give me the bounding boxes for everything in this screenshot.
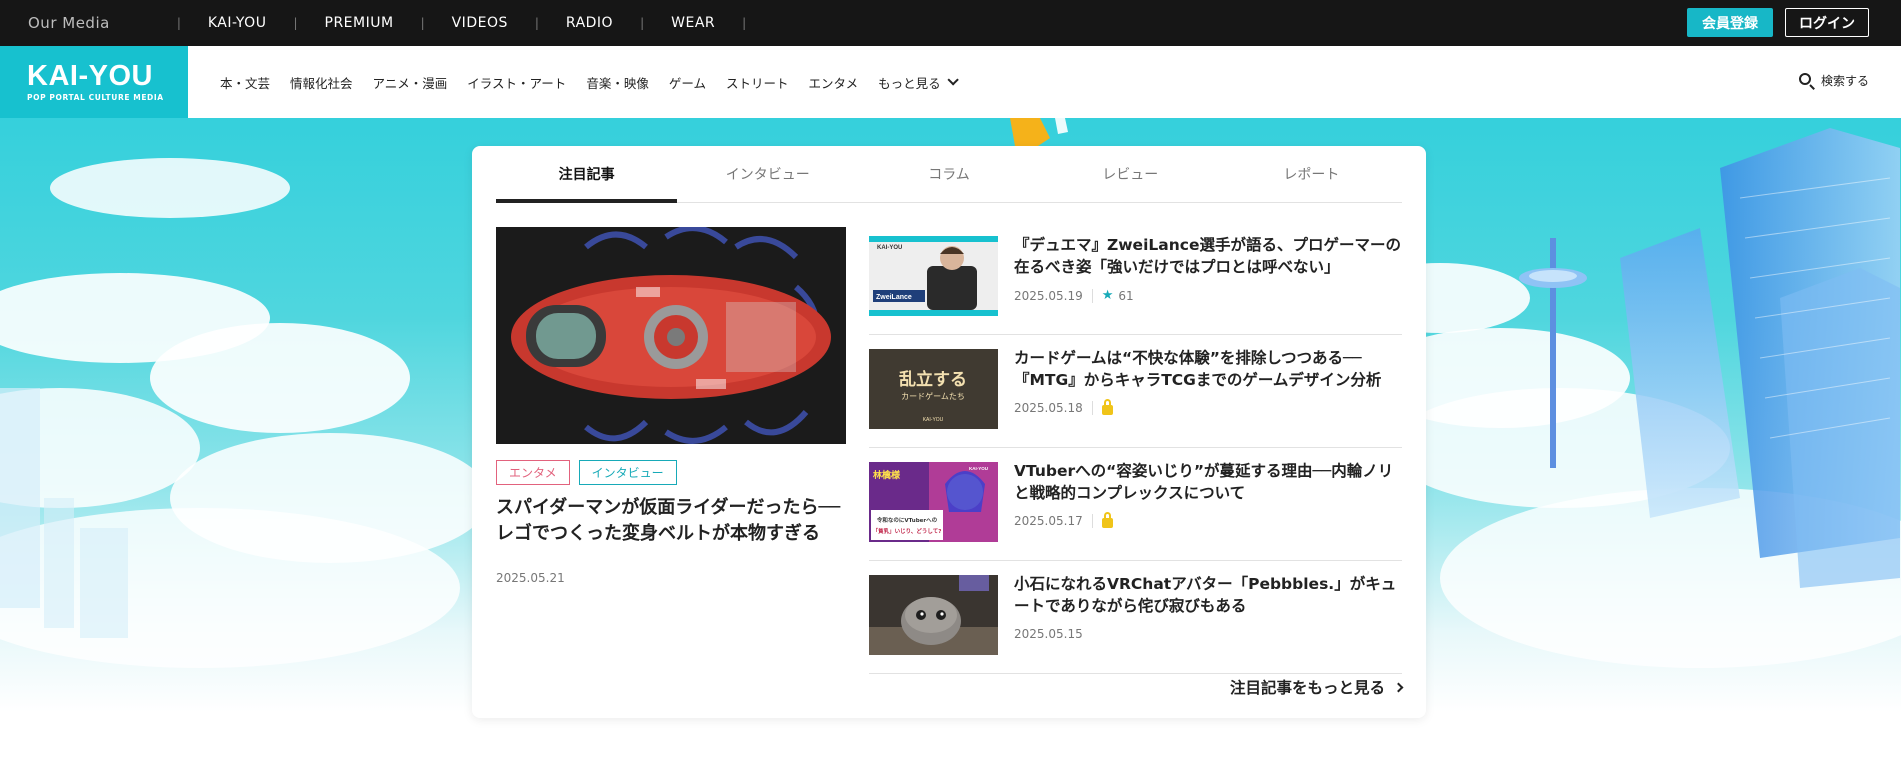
nav-item-music-video[interactable]: 音楽・映像 [586,73,649,92]
tab-featured[interactable]: 注目記事 [496,146,678,203]
media-links: | KAI-YOU | PREMIUM | VIDEOS | RADIO | W… [150,15,773,31]
list-item[interactable]: 林檎様 KAI-YOU 令和なのにVTuberへの 「貧乳」いじり、どうして? … [869,448,1402,561]
media-link-radio[interactable]: RADIO [566,15,613,31]
media-link-wear[interactable]: WEAR [671,15,715,31]
nav-more-label: もっと見る [878,75,941,91]
separator: | [420,16,425,30]
article-meta: 2025.05.15 [1014,627,1083,641]
article-date: 2025.05.15 [1014,627,1083,641]
article-thumbnail[interactable]: 乱立する カードゲームたち KAI-YOU [869,349,998,429]
media-link-premium[interactable]: PREMIUM [325,15,394,31]
thumb-subheading: 「貧乳」いじり、どうして? [873,527,942,535]
thumb-heading: 乱立する [899,369,967,390]
our-media-label: Our Media [28,14,110,32]
register-button[interactable]: 会員登録 [1687,8,1773,37]
site-header: KAI-YOU POP PORTAL CULTURE MEDIA 本・文芸 情報… [0,46,1901,118]
chevron-right-icon [1393,682,1404,692]
nav-item-street[interactable]: ストリート [726,73,789,92]
featured-article-title[interactable]: スパイダーマンが仮面ライダーだったら──レゴでつくった変身ベルトが本物すぎる [496,495,846,547]
separator: | [293,16,298,30]
chevron-down-icon [947,74,959,86]
article-title[interactable]: 小石になれるVRChatアバター「Pebbbles.」がキュートでありながら侘び… [1014,573,1402,617]
logo-text: KAI-YOU [27,60,153,92]
meta-separator [1091,401,1093,415]
star-icon: ★ [1101,288,1114,303]
search-button[interactable]: 検索する [1798,72,1869,90]
nav-item-anime-manga[interactable]: アニメ・漫画 [373,73,448,92]
account-actions: 会員登録 ログイン [1687,8,1869,37]
tag-entertainment[interactable]: エンタメ [496,460,570,485]
separator: | [640,16,645,30]
thumb-side-label: 林檎様 [873,469,901,481]
logo-tagline: POP PORTAL CULTURE MEDIA [27,93,164,102]
search-icon [1798,72,1815,90]
article-thumbnail[interactable] [869,575,998,655]
nav-item-books[interactable]: 本・文芸 [220,73,270,92]
like-count: 61 [1118,288,1134,303]
media-bar: Our Media | KAI-YOU | PREMIUM | VIDEOS |… [0,0,1901,46]
thumb-logo: KAI-YOU [877,245,902,251]
list-item[interactable]: 小石になれるVRChatアバター「Pebbbles.」がキュートでありながら侘び… [869,561,1402,674]
featured-article[interactable]: エンタメ インタビュー スパイダーマンが仮面ライダーだったら──レゴでつくった変… [496,227,846,585]
article-date: 2025.05.19 [1014,288,1083,303]
article-meta: 2025.05.18 [1014,399,1113,415]
tab-review[interactable]: レビュー [1040,146,1221,202]
article-meta: 2025.05.17 [1014,512,1113,528]
featured-articles-card: 注目記事 インタビュー コラム レビュー レポート エンタメ インタビュー スパ… [472,146,1426,718]
list-item[interactable]: 乱立する カードゲームたち KAI-YOU カードゲームは“不快な体験”を排除し… [869,335,1402,448]
search-label: 検索する [1820,74,1869,88]
separator: | [742,16,747,30]
article-thumbnail[interactable]: KAI-YOU ZweiLance [869,236,998,316]
article-date: 2025.05.18 [1014,401,1083,415]
lock-icon [1101,512,1113,528]
tab-column[interactable]: コラム [858,146,1039,202]
nav-item-game[interactable]: ゲーム [669,73,706,92]
article-tabs: 注目記事 インタビュー コラム レビュー レポート [496,146,1402,203]
lock-icon [1101,399,1113,415]
more-featured-link[interactable]: 注目記事をもっと見る [1229,676,1404,698]
thumb-name: ZweiLance [876,294,912,301]
media-link-kai-you[interactable]: KAI-YOU [208,15,267,31]
nav-more-dropdown[interactable]: もっと見る [878,73,959,92]
article-title[interactable]: 『デュエマ』ZweiLance選手が語る、プロゲーマーの在るべき姿「強いだけでは… [1014,234,1402,278]
more-featured-label: 注目記事をもっと見る [1229,679,1385,697]
separator: | [534,16,539,30]
article-date: 2025.05.17 [1014,514,1083,528]
meta-separator [1091,514,1093,528]
thumb-subheading: カードゲームたち [901,391,965,401]
thumb-logo: KAI-YOU [969,466,988,471]
thumb-logo: KAI-YOU [923,417,944,423]
article-title[interactable]: カードゲームは“不快な体験”を排除しつつある──『MTG』からキャラTCGまでの… [1014,347,1402,391]
article-thumbnail[interactable]: 林檎様 KAI-YOU 令和なのにVTuberへの 「貧乳」いじり、どうして? [869,462,998,542]
nav-item-entertainment[interactable]: エンタメ [808,73,858,92]
separator: | [176,16,181,30]
article-title[interactable]: VTuberへの“容姿いじり”が蔓延する理由──内輪ノリと戦略的コンプレックスに… [1014,460,1402,504]
featured-article-image[interactable] [496,227,846,444]
tag-interview[interactable]: インタビュー [578,460,677,485]
media-link-videos[interactable]: VIDEOS [452,15,508,31]
list-item[interactable]: KAI-YOU ZweiLance 『デュエマ』ZweiLance選手が語る、プ… [869,222,1402,335]
featured-article-tags: エンタメ インタビュー [496,460,846,485]
category-nav: 本・文芸 情報化社会 アニメ・漫画 イラスト・アート 音楽・映像 ゲーム ストリ… [220,73,959,92]
nav-item-information-society[interactable]: 情報化社会 [290,73,353,92]
nav-item-illust-art[interactable]: イラスト・アート [467,73,566,92]
tab-interview[interactable]: インタビュー [677,146,858,202]
article-meta: 2025.05.19 ★ 61 [1014,288,1134,303]
tab-report[interactable]: レポート [1221,146,1402,202]
featured-article-date: 2025.05.21 [496,571,565,585]
login-button[interactable]: ログイン [1785,8,1869,37]
article-list: KAI-YOU ZweiLance 『デュエマ』ZweiLance選手が語る、プ… [869,222,1402,674]
site-logo[interactable]: KAI-YOU POP PORTAL CULTURE MEDIA [0,46,188,118]
thumb-heading: 令和なのにVTuberへの [877,516,938,524]
meta-separator [1091,288,1093,303]
